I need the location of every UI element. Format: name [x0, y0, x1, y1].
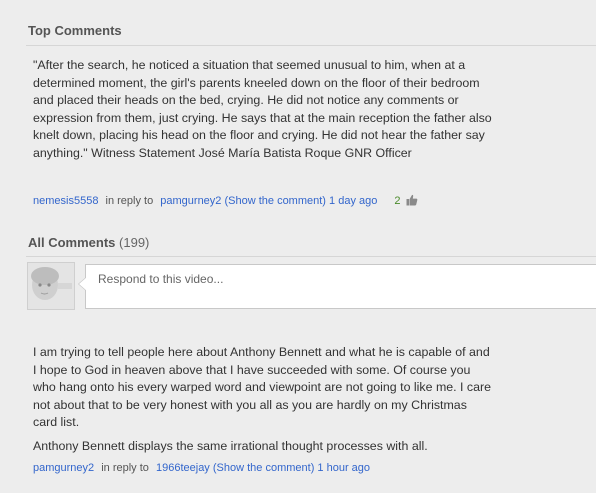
divider: [26, 45, 596, 46]
all-comments-heading: All Comments (199): [28, 235, 149, 250]
thumbs-up-icon[interactable]: [406, 194, 418, 209]
avatar: [27, 262, 75, 310]
like-count: 2: [394, 195, 401, 207]
show-comment-link[interactable]: (Show the comment): [213, 462, 314, 474]
top-comment-meta: nemesis5558 in reply to pamgurney2 (Show…: [33, 194, 418, 209]
reply-to-link[interactable]: 1966teejay: [156, 462, 210, 474]
comment-author-link[interactable]: nemesis5558: [33, 195, 98, 207]
show-comment-link[interactable]: (Show the comment): [224, 195, 325, 207]
comment-meta: pamgurney2 in reply to 1966teejay (Show …: [33, 462, 370, 474]
respond-input[interactable]: [96, 271, 580, 287]
reply-prefix: in reply to: [101, 462, 149, 474]
comment-body: "After the search, he noticed a situatio…: [33, 58, 492, 160]
comment-time-link[interactable]: 1 day ago: [329, 195, 377, 207]
divider: [26, 256, 596, 257]
comments-count: (199): [119, 235, 150, 250]
comment-author-link[interactable]: pamgurney2: [33, 462, 94, 474]
top-comment-text: "After the search, he noticed a situatio…: [33, 57, 493, 163]
comment-text: I am trying to tell people here about An…: [33, 344, 493, 456]
top-comments-heading: Top Comments: [28, 23, 122, 38]
reply-to-link[interactable]: pamgurney2: [160, 195, 221, 207]
all-comments-label: All Comments: [28, 235, 116, 250]
reply-box[interactable]: [78, 264, 596, 309]
comment-paragraph: I am trying to tell people here about An…: [33, 345, 492, 430]
reply-prefix: in reply to: [105, 195, 154, 207]
comment-time-link[interactable]: 1 hour ago: [317, 462, 370, 474]
comment-paragraph: Anthony Bennett displays the same irrati…: [33, 438, 428, 453]
